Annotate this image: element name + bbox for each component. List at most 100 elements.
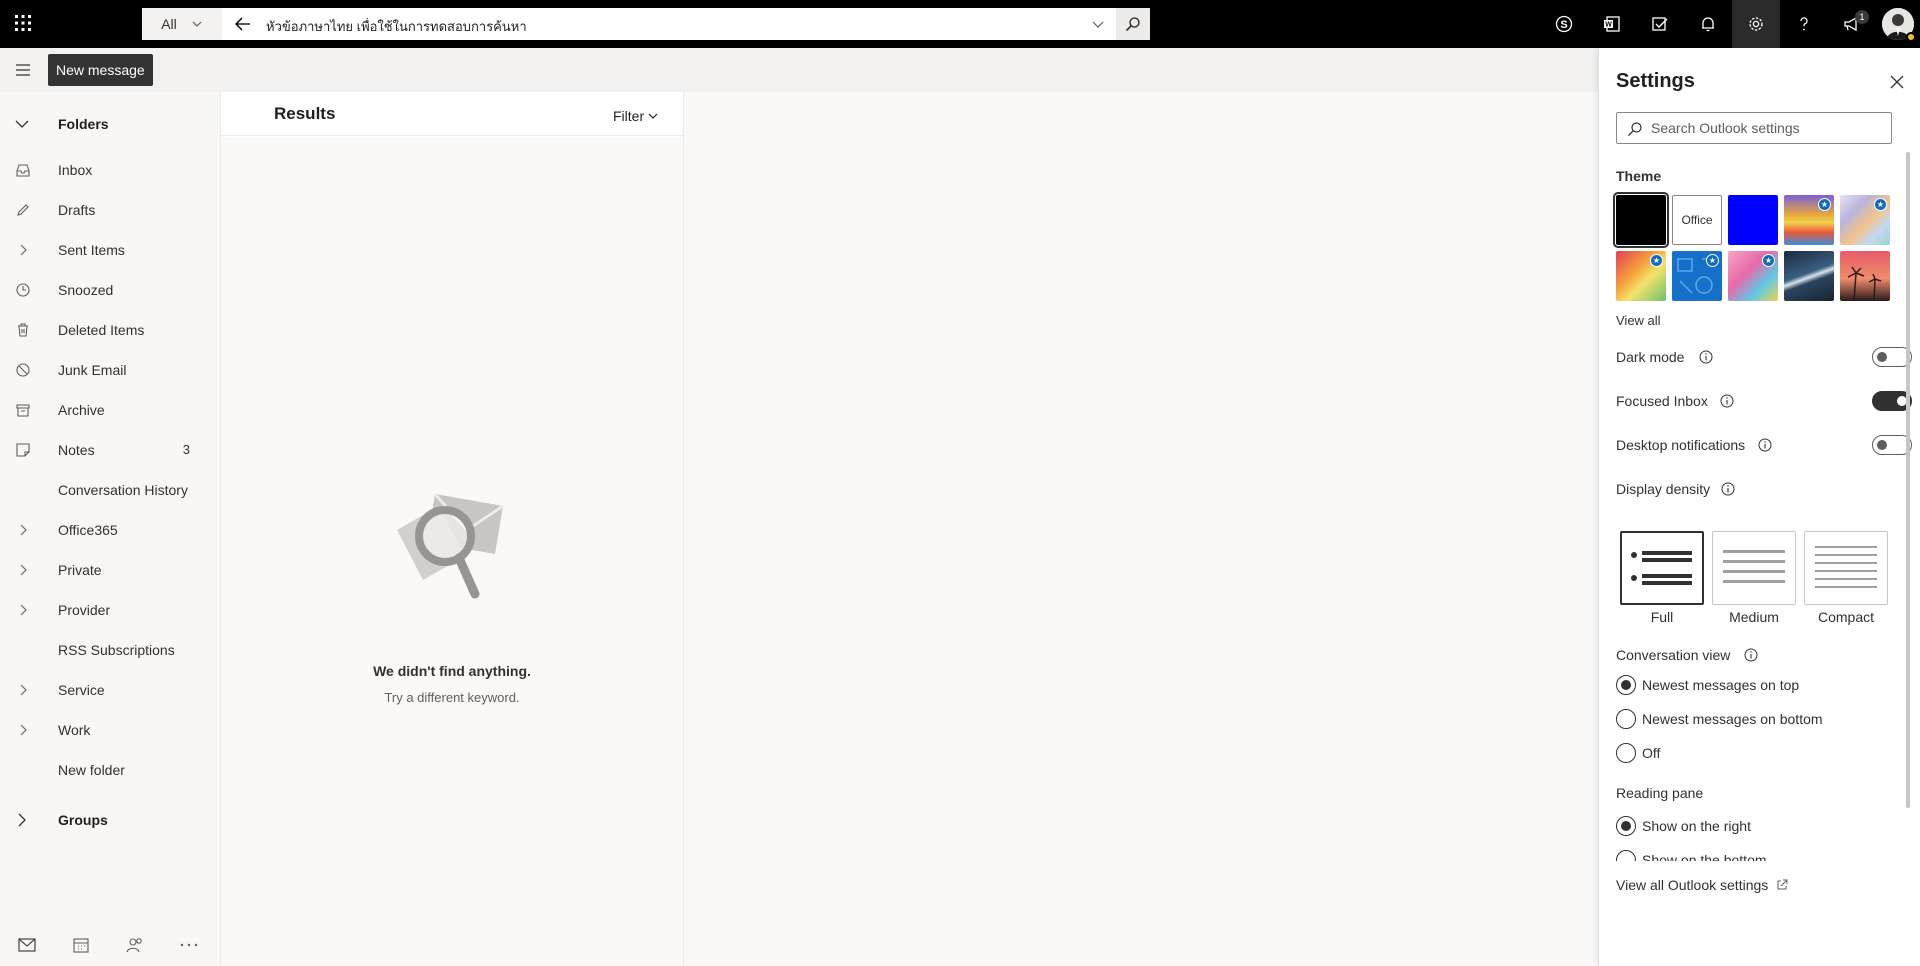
groups-header[interactable]: Groups bbox=[0, 800, 220, 840]
nav-item-service[interactable]: Service bbox=[0, 670, 220, 710]
radio-button[interactable] bbox=[1616, 709, 1636, 729]
theme-view-all-link[interactable]: View all bbox=[1616, 313, 1661, 328]
help-icon[interactable] bbox=[1780, 0, 1828, 48]
desktop-notifications-row: Desktop notifications bbox=[1616, 433, 1912, 457]
folder-pane: Folders Inbox Drafts Sent Items Snoozed … bbox=[0, 92, 221, 966]
unread-count: 3 bbox=[182, 442, 190, 457]
theme-blue[interactable] bbox=[1728, 195, 1778, 245]
theme-office[interactable]: Office bbox=[1672, 195, 1722, 245]
dark-mode-label: Dark mode bbox=[1616, 349, 1685, 365]
settings-scrollbar[interactable] bbox=[1906, 152, 1910, 808]
theme-colorful-waves[interactable]: ★ bbox=[1784, 195, 1834, 245]
nav-item-new-folder[interactable]: New folder bbox=[0, 750, 220, 790]
chevron-right-icon[interactable] bbox=[15, 562, 31, 578]
theme-pastel-ribbon[interactable]: ★ bbox=[1840, 195, 1890, 245]
search-scope-dropdown[interactable]: All bbox=[142, 8, 222, 40]
settings-search-input[interactable] bbox=[1651, 117, 1881, 139]
info-icon[interactable] bbox=[1721, 482, 1735, 496]
star-icon: ★ bbox=[1762, 254, 1775, 267]
command-bar: New message bbox=[0, 48, 1600, 92]
mail-icon[interactable] bbox=[0, 924, 54, 966]
gear-icon[interactable] bbox=[1732, 0, 1780, 48]
chevron-right-icon[interactable] bbox=[15, 682, 31, 698]
chevron-right-icon[interactable] bbox=[15, 722, 31, 738]
search-input[interactable]: หัวข้อภาษาไทย เพื่อใช้ในการทดสอบการค้นหา bbox=[266, 16, 527, 37]
nav-item-provider[interactable]: Provider bbox=[0, 590, 220, 630]
nav-item-label: Snoozed bbox=[58, 282, 114, 298]
density-full-option[interactable] bbox=[1620, 531, 1704, 605]
nav-item-private[interactable]: Private bbox=[0, 550, 220, 590]
focused-inbox-row: Focused Inbox bbox=[1616, 389, 1912, 413]
nav-item-label: Private bbox=[58, 562, 102, 578]
office-icon[interactable]: W bbox=[1588, 0, 1636, 48]
info-icon[interactable] bbox=[1720, 394, 1734, 408]
nav-item-snoozed[interactable]: Snoozed bbox=[0, 270, 220, 310]
chevron-right-icon[interactable] bbox=[15, 602, 31, 618]
folders-header[interactable]: Folders bbox=[0, 104, 220, 144]
theme-blue-pattern[interactable]: ★ bbox=[1672, 251, 1722, 301]
conversation-off[interactable]: Off bbox=[1616, 742, 1892, 764]
info-icon[interactable] bbox=[1744, 648, 1758, 662]
reading-show-right[interactable]: Show on the right bbox=[1616, 815, 1892, 837]
nav-item-rss-subscriptions[interactable]: RSS Subscriptions bbox=[0, 630, 220, 670]
people-icon[interactable] bbox=[108, 924, 162, 966]
hamburger-icon[interactable] bbox=[10, 58, 36, 82]
close-icon[interactable] bbox=[1885, 70, 1909, 94]
radio-button[interactable] bbox=[1616, 743, 1636, 763]
density-full-label: Full bbox=[1650, 609, 1674, 625]
theme-ocean-wave[interactable] bbox=[1784, 251, 1834, 301]
radio-label: Newest messages on bottom bbox=[1642, 711, 1823, 727]
my-day-icon[interactable] bbox=[1636, 0, 1684, 48]
filter-button[interactable]: Filter bbox=[613, 108, 658, 124]
more-icon[interactable] bbox=[162, 924, 216, 966]
theme-pink-game[interactable]: ★ bbox=[1728, 251, 1778, 301]
bell-icon[interactable] bbox=[1684, 0, 1732, 48]
theme-art-colorful[interactable]: ★ bbox=[1616, 251, 1666, 301]
nav-item-office365[interactable]: Office365 bbox=[0, 510, 220, 550]
radio-label: Off bbox=[1642, 745, 1661, 761]
nav-item-junk-email[interactable]: Junk Email bbox=[0, 350, 220, 390]
density-compact-option[interactable] bbox=[1804, 531, 1888, 605]
radio-button[interactable] bbox=[1616, 816, 1636, 836]
settings-panel: Settings Theme Office ★ ★ ★ ★ ★ View all… bbox=[1598, 48, 1920, 966]
back-arrow-icon[interactable] bbox=[232, 14, 256, 34]
conversation-newest-top[interactable]: Newest messages on top bbox=[1616, 674, 1892, 696]
reading-show-bottom[interactable]: Show on the bottom bbox=[1616, 849, 1892, 861]
nav-item-sent-items[interactable]: Sent Items bbox=[0, 230, 220, 270]
chevron-down-icon[interactable] bbox=[1090, 16, 1106, 32]
nav-item-conversation-history[interactable]: Conversation History bbox=[0, 470, 220, 510]
nav-item-deleted-items[interactable]: Deleted Items bbox=[0, 310, 220, 350]
pencil-icon bbox=[17, 204, 29, 216]
theme-label: Theme bbox=[1616, 168, 1662, 184]
nav-item-label: Notes bbox=[58, 442, 95, 458]
search-button[interactable] bbox=[1116, 8, 1150, 40]
theme-palm-sunset[interactable] bbox=[1840, 251, 1890, 301]
info-icon[interactable] bbox=[1758, 438, 1772, 452]
radio-button[interactable] bbox=[1616, 675, 1636, 695]
nav-item-work[interactable]: Work bbox=[0, 710, 220, 750]
nav-item-label: Service bbox=[58, 682, 105, 698]
nav-item-inbox[interactable]: Inbox bbox=[0, 150, 220, 190]
nav-item-label: Archive bbox=[58, 402, 105, 418]
nav-item-label: Sent Items bbox=[58, 242, 125, 258]
nav-item-archive[interactable]: Archive bbox=[0, 390, 220, 430]
info-icon[interactable] bbox=[1699, 350, 1713, 364]
conversation-newest-bottom[interactable]: Newest messages on bottom bbox=[1616, 708, 1892, 730]
nav-item-drafts[interactable]: Drafts bbox=[0, 190, 220, 230]
radio-button[interactable] bbox=[1616, 850, 1636, 861]
search-scope-label: All bbox=[161, 16, 177, 32]
new-message-button[interactable]: New message bbox=[48, 54, 153, 86]
chevron-right-icon[interactable] bbox=[15, 242, 31, 258]
chevron-right-icon[interactable] bbox=[15, 522, 31, 538]
conversation-view-row: Conversation view bbox=[1616, 643, 1892, 667]
feedback-icon[interactable]: 1 bbox=[1828, 0, 1876, 48]
skype-icon[interactable]: S bbox=[1540, 0, 1588, 48]
view-all-settings-link[interactable]: View all Outlook settings bbox=[1616, 877, 1788, 893]
density-medium-option[interactable] bbox=[1712, 531, 1796, 605]
theme-black[interactable] bbox=[1613, 192, 1669, 248]
desktop-notifications-label: Desktop notifications bbox=[1616, 437, 1746, 453]
nav-item-notes[interactable]: Notes 3 bbox=[0, 430, 220, 470]
calendar-icon[interactable] bbox=[54, 924, 108, 966]
folders-label: Folders bbox=[58, 116, 109, 132]
app-launcher-icon[interactable] bbox=[8, 8, 38, 38]
